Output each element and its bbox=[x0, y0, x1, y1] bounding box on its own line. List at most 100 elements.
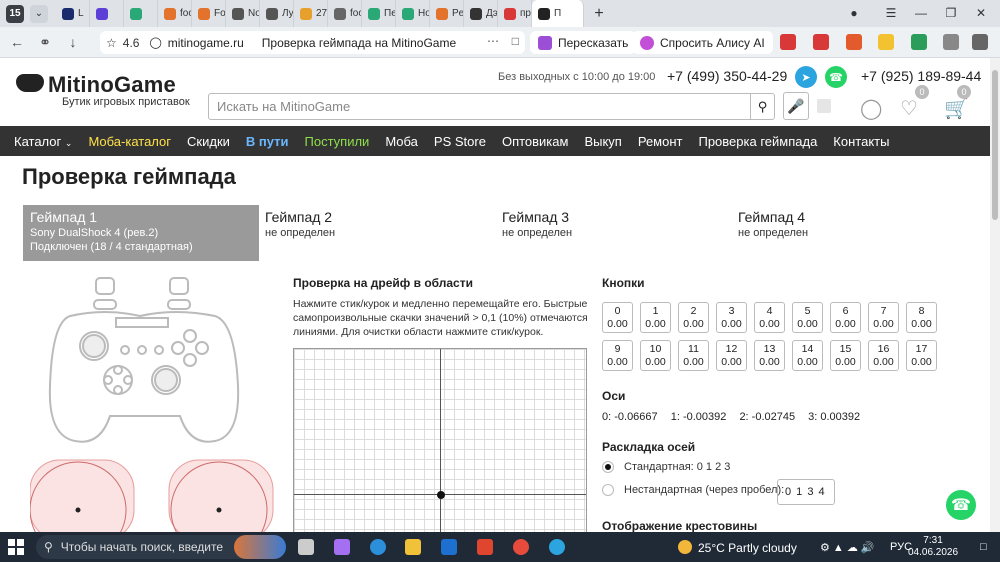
face-button-top bbox=[183, 329, 197, 343]
nav-moba[interactable]: Моба bbox=[385, 134, 418, 149]
profile-icon[interactable]: ● bbox=[843, 3, 865, 23]
retell-button[interactable]: Пересказать bbox=[530, 31, 637, 54]
tab-favicon-icon bbox=[402, 7, 414, 20]
tab-count-button[interactable]: 15 bbox=[6, 4, 24, 23]
browser-tab[interactable]: про bbox=[498, 0, 532, 27]
file-explorer-icon[interactable] bbox=[405, 539, 421, 555]
gamepad-tab-1[interactable]: Геймпад 1 Sony DualShock 4 (рев.2) Подкл… bbox=[23, 205, 259, 261]
nav-contacts[interactable]: Контакты bbox=[833, 134, 889, 149]
button-value: 0.00 bbox=[873, 356, 894, 368]
maximize-icon[interactable]: ❐ bbox=[940, 3, 962, 23]
gamepad-tab-3[interactable]: Геймпад 3 не определен bbox=[495, 205, 731, 261]
edge-icon[interactable] bbox=[370, 539, 386, 555]
search-input[interactable]: Искать на MitinoGame ⚲ bbox=[208, 93, 775, 120]
gamepad-button-cell: 16 0.00 bbox=[868, 340, 899, 371]
logo[interactable]: MitinoGame Бутик игровых приставок bbox=[16, 72, 190, 108]
taskbar-search[interactable]: ⚲ Чтобы начать поиск, введите bbox=[36, 535, 286, 559]
extension-icon[interactable] bbox=[846, 34, 862, 50]
layout-custom-option[interactable]: Нестандартная (через пробел): bbox=[602, 484, 784, 496]
browser-tab[interactable]: П bbox=[532, 0, 584, 27]
downloads-icon[interactable]: ↓ bbox=[62, 31, 84, 53]
gamepad-tab-4[interactable]: Геймпад 4 не определен bbox=[731, 205, 967, 261]
tabs-menu-icon[interactable]: ☰ bbox=[880, 3, 902, 23]
browser-tab[interactable] bbox=[90, 0, 124, 27]
browser-tab[interactable]: 27ea bbox=[294, 0, 328, 27]
tab-label: No i bbox=[248, 8, 260, 19]
browser-tab[interactable]: Луч bbox=[260, 0, 294, 27]
custom-layout-input[interactable]: 0 1 3 4 bbox=[777, 479, 835, 505]
nav-discounts[interactable]: Скидки bbox=[187, 134, 230, 149]
gamepad-tab-2[interactable]: Геймпад 2 не определен bbox=[258, 205, 494, 261]
minimize-icon[interactable]: — bbox=[910, 3, 932, 23]
user-icon[interactable]: ◯ bbox=[860, 96, 882, 121]
browser-tab[interactable]: Дэш bbox=[464, 0, 498, 27]
close-icon[interactable]: ✕ bbox=[970, 3, 992, 23]
download-icon[interactable] bbox=[972, 34, 988, 50]
browser-tab[interactable]: Пере bbox=[362, 0, 396, 27]
nav-catalog[interactable]: Каталог ⌄ bbox=[14, 134, 72, 149]
telegram-icon[interactable] bbox=[549, 539, 565, 555]
telegram-icon[interactable]: ➤ bbox=[795, 66, 817, 88]
phone-secondary[interactable]: +7 (925) 189-89-44 bbox=[861, 68, 981, 84]
phone-primary[interactable]: +7 (499) 350-44-29 bbox=[667, 68, 787, 84]
extension-icon[interactable] bbox=[878, 34, 894, 50]
yandex-app-icon[interactable] bbox=[477, 539, 493, 555]
more-icon[interactable]: ⋯ bbox=[487, 34, 499, 48]
windows-start-icon[interactable] bbox=[8, 539, 24, 555]
extension-icon[interactable] bbox=[780, 34, 796, 50]
copilot-icon[interactable] bbox=[334, 539, 350, 555]
microphone-icon[interactable]: 🎤 bbox=[783, 92, 809, 120]
extension-icon[interactable] bbox=[943, 34, 959, 50]
browser-tab[interactable]: Нов bbox=[396, 0, 430, 27]
task-view-icon[interactable] bbox=[298, 539, 314, 555]
yandex-home-icon[interactable]: ⚭ bbox=[34, 31, 56, 53]
browser-tab[interactable]: No i bbox=[226, 0, 260, 27]
gamepad-status: Подключен (18 / 4 стандартная) bbox=[30, 241, 193, 253]
nav-wholesale[interactable]: Оптовикам bbox=[502, 134, 569, 149]
weather-widget[interactable]: 25°C Partly cloudy bbox=[678, 540, 797, 555]
gamepad-button-cell: 13 0.00 bbox=[754, 340, 785, 371]
clock[interactable]: 7:31 04.06.2026 bbox=[908, 535, 958, 559]
heart-icon[interactable]: ♡ bbox=[900, 96, 918, 121]
outlook-icon[interactable] bbox=[441, 539, 457, 555]
radio-unselected[interactable] bbox=[602, 484, 614, 496]
browser-tab[interactable]: Pers bbox=[430, 0, 464, 27]
gamepad-button-cell: 0 0.00 bbox=[602, 302, 633, 333]
scrollbar-thumb[interactable] bbox=[992, 70, 998, 220]
nav-arrived[interactable]: Поступили bbox=[305, 134, 370, 149]
browser-tab[interactable]: Food bbox=[192, 0, 226, 27]
page-title: Проверка геймпада bbox=[22, 164, 236, 189]
tray-icons[interactable]: ⚙ ▲ ☁ 🔊 bbox=[820, 541, 875, 554]
whatsapp-chat-button[interactable]: ☎ bbox=[946, 490, 976, 520]
chevron-down-icon[interactable]: ⌄ bbox=[30, 4, 48, 23]
drift-canvas[interactable] bbox=[293, 348, 587, 538]
new-tab-button[interactable]: + bbox=[588, 3, 610, 25]
nav-repair[interactable]: Ремонт bbox=[638, 134, 683, 149]
whatsapp-icon[interactable]: ☎ bbox=[825, 66, 847, 88]
button-index: 2 bbox=[690, 305, 697, 317]
cart-icon[interactable]: 🛒 bbox=[944, 96, 969, 121]
search-icon[interactable]: ⚲ bbox=[750, 94, 774, 119]
browser-tab[interactable]: L bbox=[56, 0, 90, 27]
browser-tab[interactable]: food bbox=[158, 0, 192, 27]
radio-selected[interactable] bbox=[602, 461, 614, 473]
browser-tab[interactable] bbox=[124, 0, 158, 27]
bookmark-icon[interactable]: □ bbox=[512, 34, 519, 48]
page-scrollbar[interactable] bbox=[990, 58, 1000, 532]
browser-tab[interactable]: food bbox=[328, 0, 362, 27]
back-arrow-icon[interactable]: ← bbox=[6, 31, 28, 53]
url-field[interactable]: ☆ 4.6 ◯ mitinogame.ru Проверка геймпада … bbox=[100, 31, 525, 54]
nav-buyout[interactable]: Выкуп bbox=[584, 134, 621, 149]
nav-in-transit[interactable]: В пути bbox=[246, 134, 289, 149]
yandex-browser-icon[interactable] bbox=[513, 539, 529, 555]
compare-checkbox[interactable] bbox=[817, 99, 831, 113]
extension-icon[interactable] bbox=[813, 34, 829, 50]
nav-moba-catalog[interactable]: Моба-каталог bbox=[88, 134, 171, 149]
tab-favicon-icon bbox=[538, 7, 550, 20]
layout-standard-option[interactable]: Стандартная: 0 1 2 3 bbox=[602, 461, 730, 473]
notifications-icon[interactable]: □ bbox=[980, 541, 987, 553]
ask-alice-button[interactable]: Спросить Алису AI bbox=[632, 31, 773, 54]
nav-ps-store[interactable]: PS Store bbox=[434, 134, 486, 149]
extension-icon[interactable] bbox=[911, 34, 927, 50]
nav-gamepad-test[interactable]: Проверка геймпада bbox=[698, 134, 817, 149]
